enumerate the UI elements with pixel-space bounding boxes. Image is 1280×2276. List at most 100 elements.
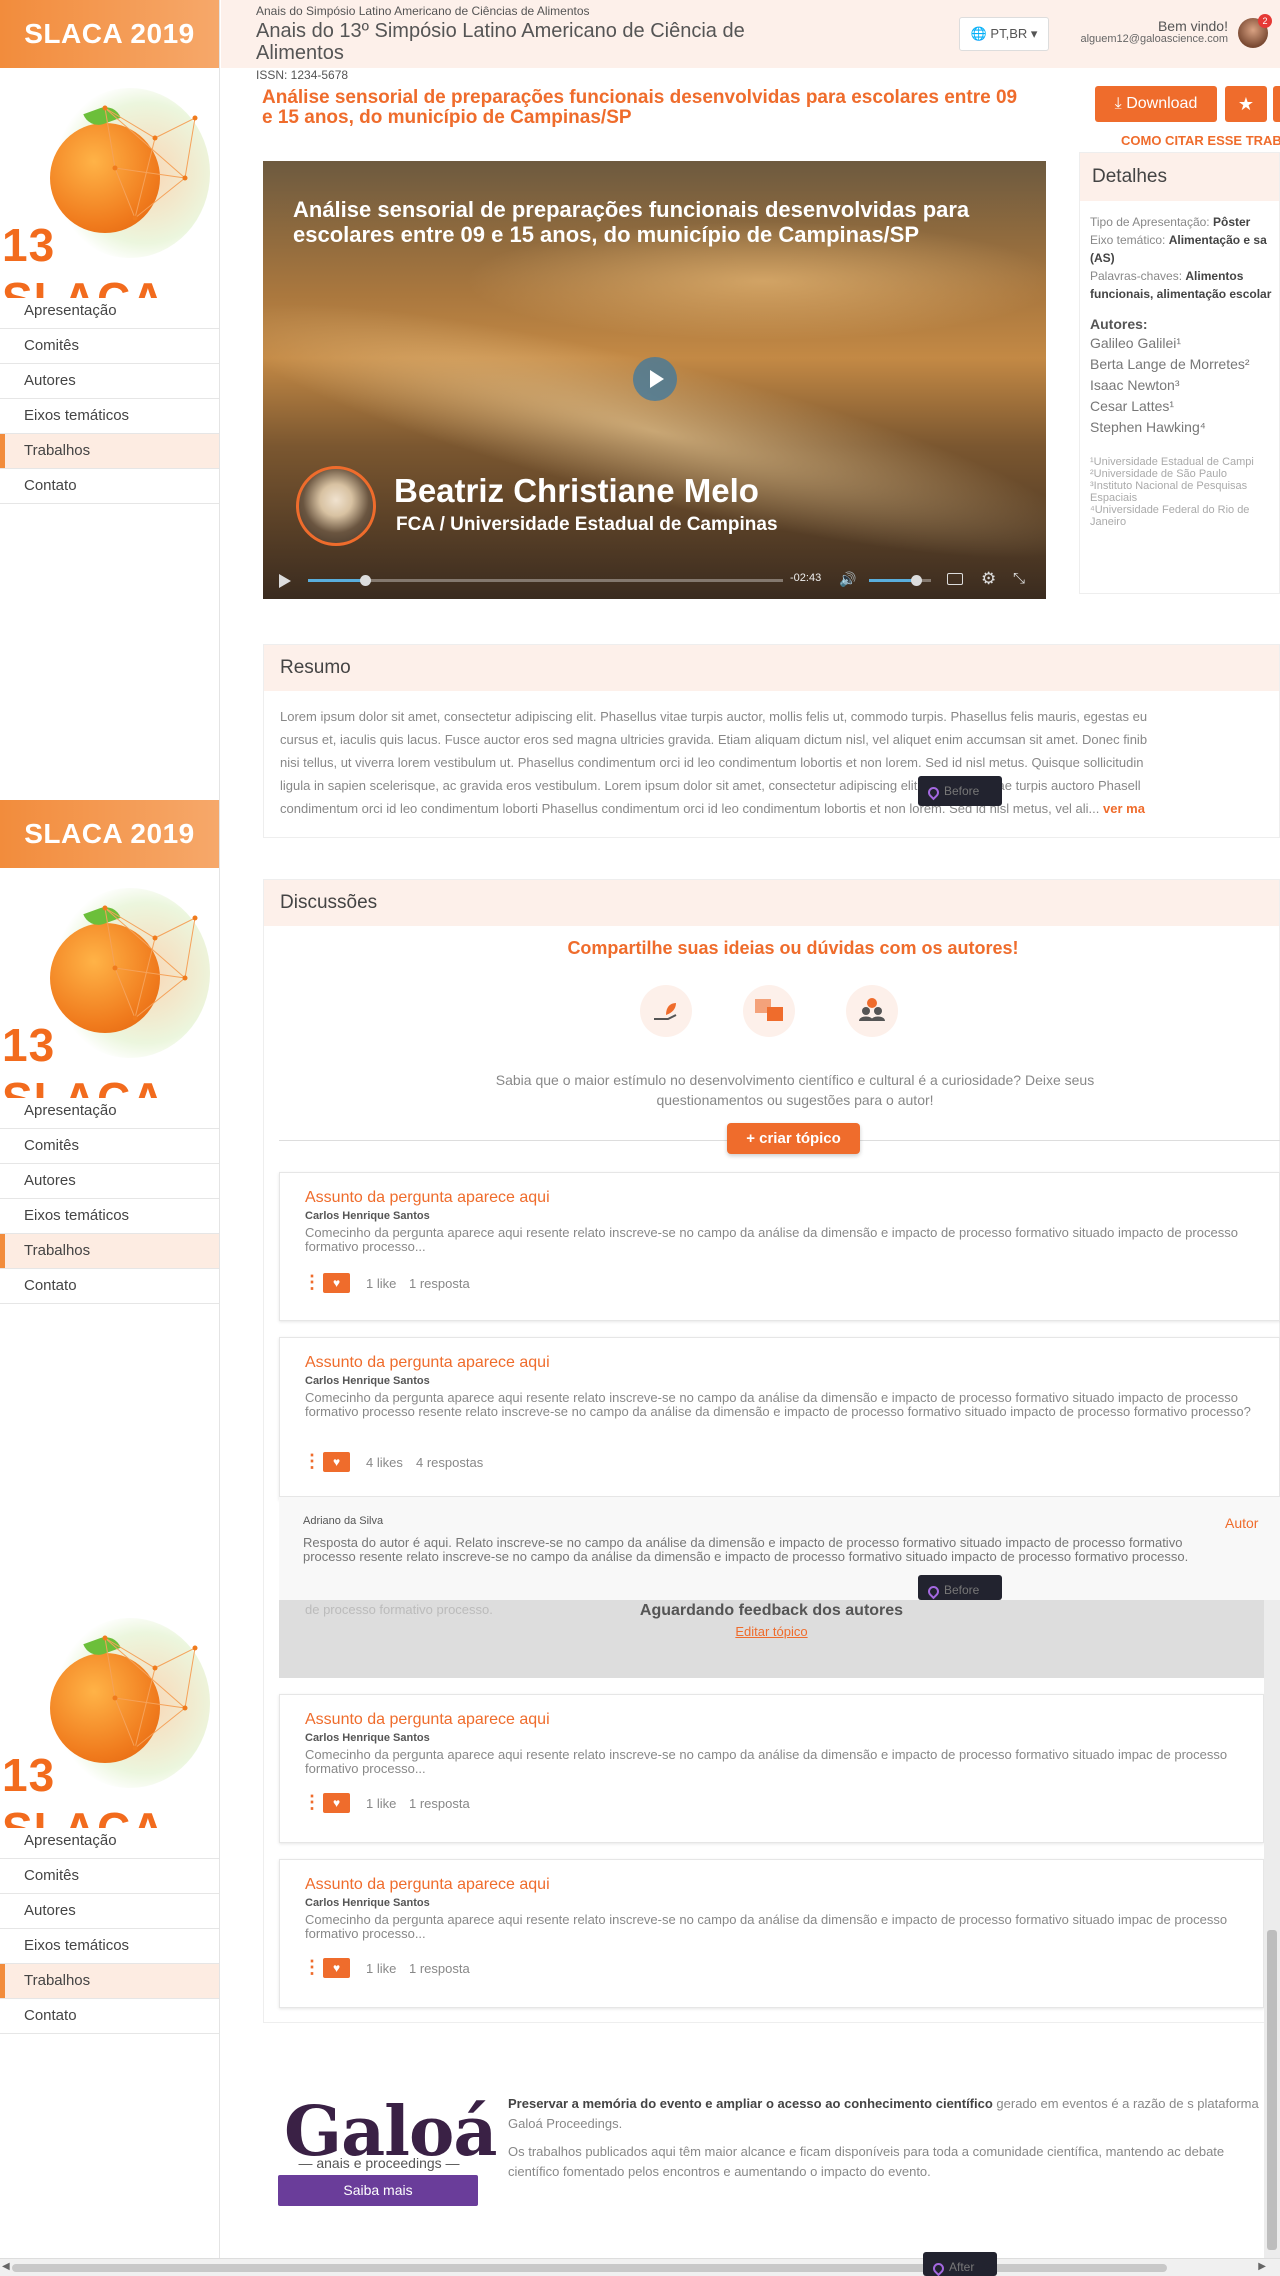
download-icon: ⤓ (1114, 95, 1122, 112)
edit-topic-link[interactable]: Editar tópico (279, 1624, 1264, 1639)
author-answer: Adriano da Silva Resposta do autor é aqu… (279, 1496, 1280, 1600)
favorite-button[interactable]: ★ (1225, 86, 1267, 122)
sidebar-item-comites[interactable]: Comitês (0, 1859, 219, 1894)
before-overlay-2: Before (918, 1575, 1002, 1600)
topic-title[interactable]: Assunto da pergunta aparece aqui (305, 1189, 550, 1207)
volume-icon[interactable]: 🔊 (839, 571, 856, 588)
sidebar-item-eixos[interactable]: Eixos temáticos (0, 1199, 219, 1234)
reply-count[interactable]: 1 resposta (409, 1276, 470, 1291)
scroll-right-icon[interactable]: ▶ (1258, 2261, 1266, 2272)
reply-count[interactable]: 1 resposta (409, 1796, 470, 1811)
reply-count[interactable]: 1 resposta (409, 1961, 470, 1976)
kebab-menu-icon[interactable]: ⋮ (303, 1793, 321, 1811)
logo-text: 13 SLACA (2, 1749, 164, 1828)
sidebar-item-trabalhos[interactable]: Trabalhos (0, 1234, 219, 1269)
sidebar-menu: Apresentação Comitês Autores Eixos temát… (0, 294, 219, 504)
like-count: 1 like (366, 1961, 397, 1976)
like-count: 1 like (366, 1276, 397, 1291)
like-heart-icon[interactable]: ♥ (323, 1273, 350, 1293)
globe-icon: 🌐 (970, 26, 987, 41)
sidebar-item-autores[interactable]: Autores (0, 364, 219, 399)
fullscreen-icon[interactable]: ⤡ (1013, 570, 1025, 587)
sidebar-item-autores[interactable]: Autores (0, 1164, 219, 1199)
sidebar-item-autores[interactable]: Autores (0, 1894, 219, 1929)
slaca-logo[interactable]: 13 SLACA (0, 1598, 219, 1828)
play-control-icon[interactable] (279, 574, 291, 588)
speaker-photo (296, 466, 376, 546)
like-heart-icon[interactable]: ♥ (323, 1793, 350, 1813)
notification-badge[interactable]: 2 (1258, 14, 1272, 28)
sidebar-item-eixos[interactable]: Eixos temáticos (0, 399, 219, 434)
play-icon[interactable] (633, 357, 677, 401)
author-role-badge: Autor (1225, 1515, 1259, 1531)
author-item[interactable]: Cesar Lattes¹ (1090, 396, 1269, 417)
kebab-menu-icon[interactable]: ⋮ (303, 1452, 321, 1470)
scroll-left-icon[interactable]: ◀ (2, 2261, 10, 2272)
kebab-menu-icon[interactable]: ⋮ (303, 1958, 321, 1976)
cite-link[interactable]: COMO CITAR ESSE TRAB (1121, 133, 1280, 148)
ver-mais-link[interactable]: ver ma (1103, 801, 1145, 816)
author-item[interactable]: Berta Lange de Morretes² (1090, 354, 1269, 375)
slaca-logo[interactable]: 13 SLACA (0, 68, 219, 298)
sidebar-item-apresentacao[interactable]: Apresentação (0, 294, 219, 329)
sidebar-item-trabalhos[interactable]: Trabalhos (0, 434, 219, 469)
sidebar-brand[interactable]: SLACA 2019 (0, 800, 219, 868)
settings-gear-icon[interactable]: ⚙ (981, 569, 996, 589)
sidebar-brand[interactable]: SLACA 2019 (0, 0, 219, 68)
curiosity-text: Sabia que o maior estímulo no desenvolvi… (495, 1072, 1095, 1108)
user-email: alguem12@galoascience.com (1080, 33, 1228, 45)
download-button[interactable]: ⤓ Download (1095, 86, 1217, 122)
sidebar-item-comites[interactable]: Comitês (0, 329, 219, 364)
sidebar-item-contato[interactable]: Contato (0, 469, 219, 504)
author-item[interactable]: Isaac Newton³ (1090, 375, 1269, 396)
like-count: 1 like (366, 1796, 397, 1811)
sidebar-repeat-2: 13 SLACA Apresentação Comitês Autores Ei… (0, 1600, 220, 2258)
sidebar-item-apresentacao[interactable]: Apresentação (0, 1094, 219, 1129)
progress-bar[interactable] (308, 575, 783, 586)
slaca-logo[interactable]: 13 SLACA (0, 868, 219, 1098)
volume-slider[interactable] (869, 575, 931, 586)
sidebar-menu: Apresentação Comitês Autores Eixos temát… (0, 1824, 219, 2034)
author-item[interactable]: Stephen Hawking⁴ (1090, 417, 1269, 438)
like-heart-icon[interactable]: ♥ (323, 1452, 350, 1472)
topic-card[interactable]: Assunto da pergunta aparece aqui Carlos … (279, 1859, 1264, 2008)
sidebar-item-apresentacao[interactable]: Apresentação (0, 1824, 219, 1859)
thematic-axis: Alimentação e sa (1168, 233, 1267, 247)
topic-title[interactable]: Assunto da pergunta aparece aqui (305, 1354, 550, 1372)
resumo-panel: Resumo Lorem ipsum dolor sit amet, conse… (263, 644, 1280, 838)
sidebar-item-contato[interactable]: Contato (0, 1269, 219, 1304)
saiba-mais-button[interactable]: Saiba mais (278, 2175, 478, 2206)
more-button[interactable] (1273, 86, 1280, 122)
language-select[interactable]: 🌐 PT,BR ▾ (959, 17, 1049, 51)
topic-card[interactable]: Assunto da pergunta aparece aqui Carlos … (279, 1337, 1280, 1500)
topic-body: Comecinho da pergunta aparece aqui resen… (305, 1225, 1238, 1254)
create-topic-button[interactable]: + criar tópico (727, 1123, 860, 1154)
sidebar-item-comites[interactable]: Comitês (0, 1129, 219, 1164)
presentation-type: Pôster (1212, 215, 1251, 229)
event-supertitle: Anais do Simpósio Latino Americano de Ci… (256, 4, 590, 18)
captions-icon[interactable] (947, 573, 963, 585)
resumo-text: Lorem ipsum dolor sit amet, consectetur … (280, 709, 1148, 816)
topic-title[interactable]: Assunto da pergunta aparece aqui (305, 1711, 550, 1729)
discussions-title: Discussões (264, 880, 1279, 926)
sidebar-item-trabalhos[interactable]: Trabalhos (0, 1964, 219, 1999)
details-title: Detalhes (1080, 153, 1279, 201)
like-count: 4 likes (366, 1455, 403, 1470)
topic-card[interactable]: Assunto da pergunta aparece aqui Carlos … (279, 1172, 1280, 1321)
like-heart-icon[interactable]: ♥ (323, 1958, 350, 1978)
kebab-menu-icon[interactable]: ⋮ (303, 1273, 321, 1291)
vertical-scrollbar[interactable] (1264, 1600, 1280, 2258)
reply-count[interactable]: 4 respostas (416, 1455, 483, 1470)
sidebar-item-eixos[interactable]: Eixos temáticos (0, 1929, 219, 1964)
footer-text: Preservar a memória do evento e ampliar … (508, 2096, 1259, 2179)
author-item[interactable]: Galileo Galilei¹ (1090, 333, 1269, 354)
horizontal-scrollbar[interactable]: ◀ ▶ (0, 2258, 1280, 2276)
topic-title[interactable]: Assunto da pergunta aparece aqui (305, 1876, 550, 1894)
sidebar-item-contato[interactable]: Contato (0, 1999, 219, 2034)
paper-title: Análise sensorial de preparações funcion… (262, 87, 1018, 128)
video-player[interactable]: Análise sensorial de preparações funcion… (263, 161, 1046, 599)
before-overlay-1: Before (918, 776, 1002, 806)
time-remaining: -02:43 (790, 572, 822, 584)
topic-card[interactable]: Assunto da pergunta aparece aqui Carlos … (279, 1694, 1264, 1843)
star-icon: ★ (1237, 94, 1255, 114)
